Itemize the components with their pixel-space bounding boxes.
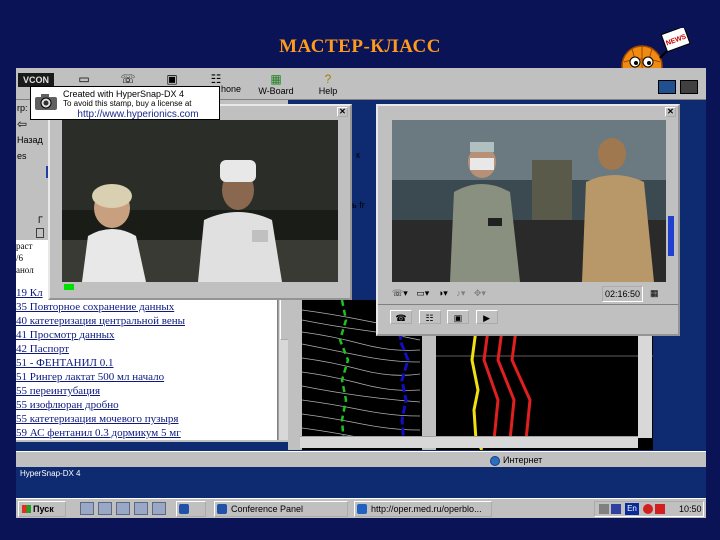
event-log-link[interactable]: 42 Паспорт — [16, 342, 277, 356]
event-log-link[interactable]: 40 катетеризация центральной вены — [16, 314, 277, 328]
volume-level[interactable] — [668, 216, 674, 256]
frame-label: Г — [38, 215, 43, 225]
language-indicator[interactable]: En — [625, 503, 639, 515]
video-camera-icon[interactable]: ▶ — [475, 310, 498, 324]
camera-icon — [35, 94, 57, 110]
move-icon[interactable]: ✥▾ — [474, 288, 486, 298]
close-icon[interactable]: ✕ — [337, 107, 348, 117]
browser-toolbar-fragment: к — [356, 150, 360, 160]
event-log-link[interactable]: 51 Рингер лактат 500 мл начало — [16, 370, 277, 384]
stamp-line1: Created with HyperSnap-DX 4 — [63, 89, 185, 99]
event-log-link[interactable]: 51 - ФЕНТАНИЛ 0.1 — [16, 356, 277, 370]
vcon-tray-icon[interactable] — [658, 80, 676, 94]
event-log-link[interactable]: 41 Просмотр данных — [16, 328, 277, 342]
hypersnap-stamp: Created with HyperSnap-DX 4 To avoid thi… — [30, 86, 220, 120]
windows-logo-icon — [22, 505, 31, 513]
monitor-hscrollbar[interactable] — [300, 436, 638, 448]
quicklaunch-icon[interactable] — [134, 502, 148, 515]
video-feed-meeting — [62, 120, 338, 282]
back-button[interactable]: Назад — [16, 132, 46, 148]
video-window-remote[interactable]: ✕ ☏▾ ▭▾ ◑▾ ♪▾ ✥▾ 02:16:50 ▦ ☎ ☷ ▣ ▶ — [376, 104, 680, 336]
video-toolbar: ☎ ☷ ▣ ▶ — [390, 310, 590, 326]
video-frame-image — [62, 120, 338, 282]
hangup-icon[interactable]: ☎ — [390, 310, 412, 324]
video-frame-image — [392, 120, 666, 282]
timecode: 02:16:50 — [602, 286, 644, 302]
toolbar-button-phone[interactable]: ☏ — [106, 72, 150, 86]
stamp-url[interactable]: http://www.hyperionics.com — [57, 110, 219, 120]
tray-icon[interactable] — [611, 504, 621, 514]
quicklaunch-icon[interactable] — [116, 502, 130, 515]
phone-icon[interactable]: ☏▾ — [392, 288, 408, 298]
divider — [378, 304, 678, 305]
toolbar-button-wboard[interactable]: ▦ W-Board — [254, 72, 298, 96]
vcon-tray-camera-icon[interactable] — [680, 80, 698, 94]
hypersnap-label: HyperSnap-DX 4 — [20, 469, 81, 478]
signal-indicator — [64, 284, 74, 290]
toolbar-button-monitor[interactable]: ▭ — [62, 72, 106, 86]
conference-icon — [217, 504, 227, 514]
whiteboard-icon: ▦ — [270, 72, 282, 86]
video-feed-operating-room — [392, 120, 666, 282]
event-log-link[interactable]: 55 изофлюран дробно — [16, 398, 277, 412]
browser-status-bar: Интернет — [16, 451, 706, 467]
tray-icon[interactable] — [643, 504, 653, 514]
ie-icon — [357, 504, 367, 514]
video-controls: ☏▾ ▭▾ ◑▾ ♪▾ ✥▾ 02:16:50 ▦ — [392, 286, 666, 302]
tray-icon[interactable] — [599, 504, 609, 514]
phone-icon: ☏ — [120, 72, 136, 86]
quicklaunch-icon[interactable] — [80, 502, 94, 515]
browser-toolbar-fragment: rp: ⇦ Назад es Г — [16, 100, 46, 240]
quicklaunch-icon[interactable] — [98, 502, 112, 515]
snapshot-icon[interactable]: ▣ — [447, 310, 470, 324]
grid-icon[interactable]: ▦ — [650, 286, 659, 300]
close-icon[interactable]: ✕ — [665, 107, 676, 117]
help-icon: ? — [324, 72, 332, 86]
security-zone: Интернет — [490, 453, 542, 467]
frame-dropdown[interactable] — [36, 228, 44, 238]
globe-icon — [490, 455, 500, 466]
toolbar-button-help[interactable]: ? Help — [306, 72, 350, 96]
monitor-margin — [288, 300, 302, 450]
system-tray: En 10:50 — [594, 501, 704, 517]
event-log-link[interactable]: 55 переинтубация — [16, 384, 277, 398]
tray-icon[interactable] — [655, 504, 665, 514]
event-log-link[interactable]: 35 Повторное сохранение данных — [16, 300, 277, 314]
video-window-local[interactable]: ✕ — [48, 104, 352, 300]
stamp-line2: To avoid this stamp, buy a license at — [63, 99, 192, 108]
windows-taskbar: Пуск Conference Panel http://oper.med.ru… — [16, 498, 706, 518]
audio-icon[interactable]: ♪▾ — [456, 288, 465, 298]
taskbar-item-conference[interactable]: Conference Panel — [214, 501, 348, 517]
toolbar-button-hone[interactable]: hone — [216, 84, 246, 94]
toolbar-button-camera[interactable]: ▣ — [150, 72, 194, 86]
event-log-link[interactable]: 55 катетеризация мочевого пузыря — [16, 412, 277, 426]
links-label: es — [17, 151, 27, 161]
event-log-link[interactable]: 59 АС фентанил 0.3 дормикум 5 мг — [16, 426, 277, 440]
screen-icon[interactable]: ▭▾ — [416, 288, 429, 298]
camera-icon: ▣ — [166, 72, 178, 86]
hypersnap-icon — [179, 504, 189, 514]
taskbar-item-browser[interactable]: http://oper.med.ru/operblo... — [354, 501, 492, 517]
start-button[interactable]: Пуск — [18, 501, 66, 517]
people-icon[interactable]: ☷ — [418, 310, 441, 324]
browser-toolbar-fragment: ь fr — [352, 200, 365, 210]
monitor-icon: ▭ — [78, 72, 90, 86]
clock: 10:50 — [679, 504, 702, 514]
ie-quicklaunch-icon[interactable] — [152, 502, 166, 515]
contrast-icon[interactable]: ◑▾ — [438, 288, 448, 298]
taskbar-item-hypersnap[interactable] — [176, 501, 206, 517]
vcon-logo: VCON — [18, 73, 54, 87]
